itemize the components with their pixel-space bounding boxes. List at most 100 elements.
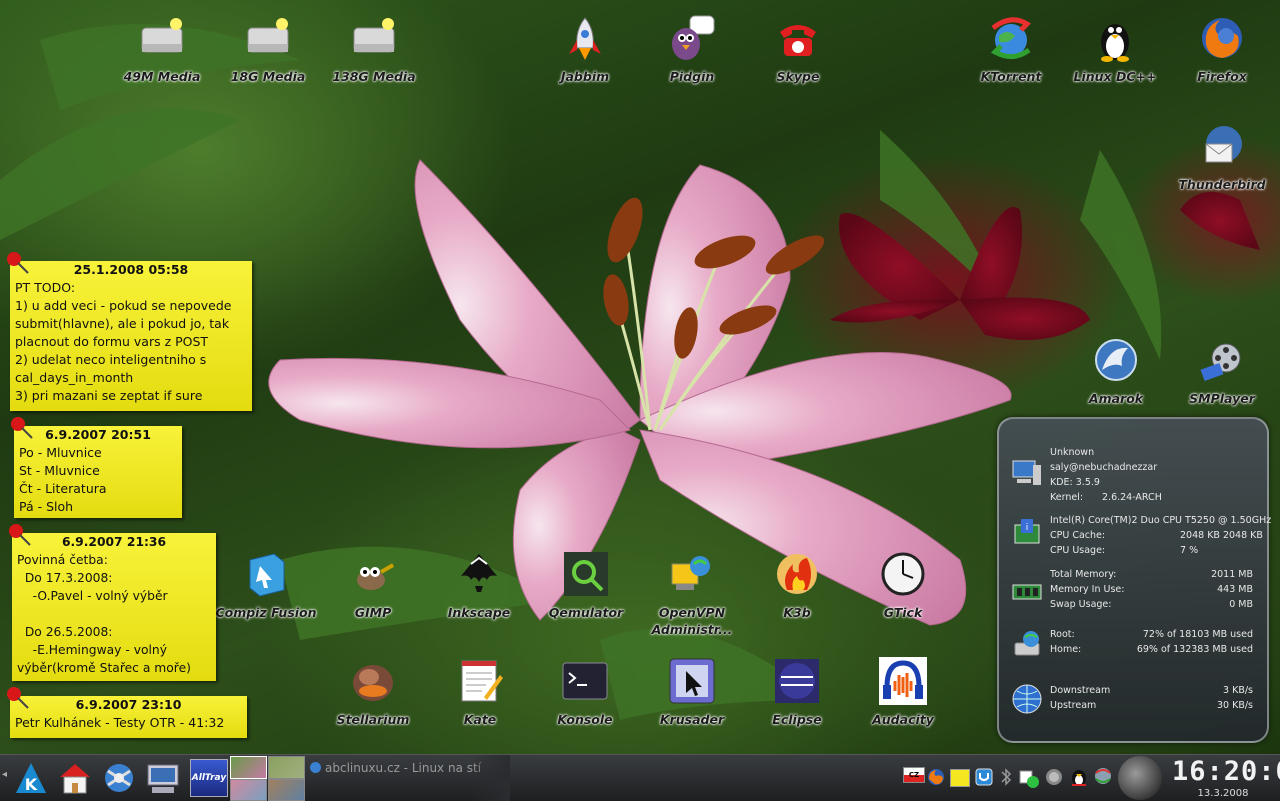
icon-label: Inkscape bbox=[447, 605, 511, 620]
pidgin-tray-icon[interactable] bbox=[1018, 767, 1040, 789]
icon-label: Krusader bbox=[659, 712, 725, 727]
desktop-icon-thunderbird[interactable]: Thunderbird bbox=[1170, 122, 1274, 193]
virtual-desktop-pager[interactable] bbox=[230, 755, 305, 801]
kate-notepad-icon bbox=[461, 660, 503, 702]
alltray-label: AllTray bbox=[191, 773, 227, 783]
keyboard-layout-cz-icon[interactable]: CZ bbox=[903, 767, 925, 783]
harddisk-icon bbox=[353, 18, 395, 53]
icon-label: K3b bbox=[783, 605, 811, 620]
bluetooth-icon[interactable] bbox=[999, 767, 1013, 787]
computer-icon bbox=[1012, 460, 1041, 485]
klipper-clipboard-icon[interactable] bbox=[974, 767, 994, 787]
desktop-icon-konsole[interactable]: Konsole bbox=[533, 657, 637, 728]
downstream-key: Downstream bbox=[1050, 685, 1111, 696]
icon-label: 49M Media bbox=[123, 69, 201, 84]
icon-label: Firefox bbox=[1197, 69, 1247, 84]
desktop-icon-krusader[interactable]: Krusader bbox=[640, 657, 744, 728]
clock-icon bbox=[881, 552, 925, 596]
kde-panel: ◂ K AllTray abclinuxu.cz - Linux na stí … bbox=[0, 754, 1280, 801]
desktop-icon-stellarium[interactable]: Stellarium bbox=[321, 657, 425, 728]
panel-left-arrow[interactable]: ◂ bbox=[2, 769, 10, 785]
sysmon-network-section: Downstream 3 KB/s Upstream 30 KB/s bbox=[1009, 683, 1253, 717]
desktop-icon-compiz-fusion[interactable]: Compiz Fusion bbox=[214, 550, 318, 621]
desktop-icon-smplayer[interactable]: SMPlayer bbox=[1170, 336, 1274, 407]
telephone-icon bbox=[780, 25, 816, 56]
swap-value: 0 MB bbox=[1229, 599, 1253, 610]
moon-phase-applet[interactable] bbox=[1118, 756, 1162, 800]
pager-desktop-1[interactable] bbox=[230, 756, 267, 779]
pager-desktop-4[interactable] bbox=[268, 779, 305, 801]
tux-tray-icon[interactable] bbox=[1068, 765, 1090, 787]
sticky-note[interactable]: 6.9.2007 21:36 Povinná četba: Do 17.3.20… bbox=[9, 524, 216, 681]
note-title: 6.9.2007 21:36 bbox=[61, 535, 167, 549]
icon-label: Amarok bbox=[1088, 391, 1144, 406]
sysmon-disk-section: Root: 72% of 18103 MB used Home: 69% of 13… bbox=[1009, 627, 1253, 661]
desktop-icon-gtick[interactable]: GTick bbox=[851, 550, 955, 621]
rocket-icon bbox=[569, 17, 601, 60]
desktop-icon-qemulator[interactable]: Qemulator bbox=[534, 550, 638, 621]
icon-label: Compiz Fusion bbox=[215, 605, 317, 620]
k-menu-button[interactable]: K bbox=[12, 759, 50, 797]
pager-desktop-3[interactable] bbox=[230, 779, 267, 801]
krusader-icon bbox=[669, 658, 715, 704]
firefox-tray-icon[interactable] bbox=[926, 767, 946, 787]
desktop-icon-amarok[interactable]: Amarok bbox=[1064, 336, 1168, 407]
sticky-note[interactable]: 25.1.2008 05:58 PT TODO: 1) u add veci -… bbox=[7, 252, 252, 411]
ktorrent-globe-icon bbox=[990, 17, 1031, 59]
sticky-note[interactable]: 6.9.2007 20:51 Po - Mluvnice St - Mluvni… bbox=[11, 417, 182, 518]
my-computer-icon[interactable] bbox=[144, 759, 182, 797]
home-folder-icon[interactable] bbox=[56, 759, 94, 797]
desktop-icon-firefox[interactable]: Firefox bbox=[1170, 14, 1274, 85]
pushpin-icon bbox=[9, 524, 31, 546]
terminal-icon bbox=[562, 662, 608, 700]
pushpin-icon bbox=[7, 687, 29, 709]
desktop-icon-openvpn[interactable]: OpenVPN Administr... bbox=[640, 550, 744, 638]
note-title: 25.1.2008 05:58 bbox=[73, 262, 189, 277]
icon-label: 18G Media bbox=[230, 69, 306, 84]
host-unknown: Unknown bbox=[1050, 447, 1095, 458]
icon-label: Konsole bbox=[557, 712, 613, 727]
desktop-icon-kate[interactable]: Kate bbox=[428, 657, 532, 728]
svg-text:i: i bbox=[1026, 523, 1029, 533]
desktop-icon-inkscape[interactable]: Inkscape bbox=[427, 550, 531, 621]
home-value: 69% of 132383 MB used bbox=[1136, 644, 1253, 655]
icon-label: Linux DC++ bbox=[1073, 69, 1157, 84]
desktop-icon-138g-media[interactable]: 138G Media bbox=[322, 14, 426, 85]
system-tray: CZ bbox=[900, 755, 1115, 801]
cpu-model: Intel(R) Core(TM)2 Duo CPU T5250 @ 1.50G… bbox=[1050, 515, 1272, 526]
globe-icon bbox=[310, 762, 321, 773]
desktop-icon-gimp[interactable]: GIMP bbox=[321, 550, 425, 621]
network-status-icon[interactable] bbox=[1044, 767, 1064, 787]
ktorrent-tray-icon[interactable] bbox=[1092, 765, 1114, 787]
desktop-icon-k3b[interactable]: K3b bbox=[745, 550, 849, 621]
alltray-button[interactable]: AllTray bbox=[190, 759, 228, 797]
desktop-icon-jabbim[interactable]: Jabbim bbox=[533, 14, 637, 85]
pager-desktop-2[interactable] bbox=[268, 756, 305, 779]
desktop-icon-audacity[interactable]: Audacity bbox=[851, 657, 955, 728]
sticky-note[interactable]: 6.9.2007 23:10 Petr Kulhánek - Testy OTR… bbox=[7, 687, 247, 738]
icon-label: Audacity bbox=[872, 712, 934, 727]
icon-label: GIMP bbox=[354, 605, 392, 620]
desktop-icon-18g-media[interactable]: 18G Media bbox=[216, 14, 320, 85]
upstream-key: Upstream bbox=[1050, 700, 1097, 711]
clock-applet[interactable]: 16:20:02 13.3.2008 bbox=[1166, 755, 1280, 801]
home-key: Home: bbox=[1050, 644, 1082, 655]
openvpn-network-icon bbox=[671, 556, 710, 590]
desktop-icon-49m-media[interactable]: 49M Media bbox=[110, 14, 214, 85]
konqueror-browser-icon[interactable] bbox=[100, 759, 138, 797]
desktop-icon-skype[interactable]: Skype bbox=[746, 14, 850, 85]
memory-chip-icon bbox=[1012, 584, 1042, 600]
k3b-flame-disc-icon bbox=[777, 554, 817, 594]
icon-label: Kate bbox=[463, 712, 497, 727]
notes-tray-icon[interactable] bbox=[950, 769, 970, 787]
icon-label: OpenVPN Administr... bbox=[651, 605, 733, 637]
desktop-icon-eclipse[interactable]: Eclipse bbox=[745, 657, 849, 728]
amarok-wolf-icon bbox=[1095, 339, 1137, 381]
cpu-icon: i bbox=[1014, 519, 1040, 544]
firefox-icon bbox=[1202, 18, 1242, 58]
task-fade bbox=[470, 755, 510, 801]
desktop-icon-linux-dc[interactable]: Linux DC++ bbox=[1063, 14, 1167, 85]
note-body: PT TODO: 1) u add veci - pokud se nepove… bbox=[15, 280, 232, 403]
desktop-icon-ktorrent[interactable]: KTorrent bbox=[959, 14, 1063, 85]
desktop-icon-pidgin[interactable]: Pidgin bbox=[640, 14, 744, 85]
